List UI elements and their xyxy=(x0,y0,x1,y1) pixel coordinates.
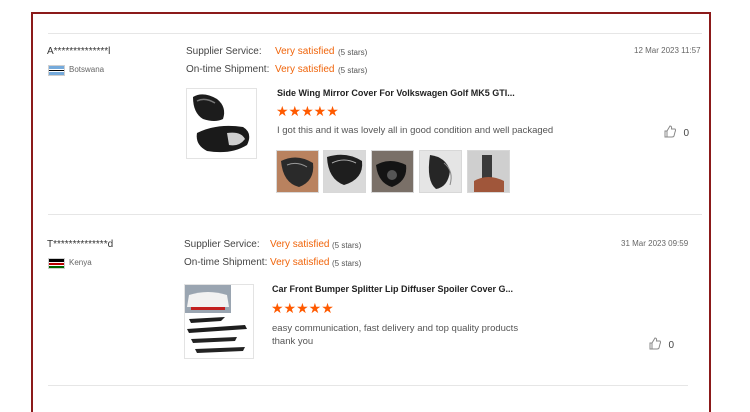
divider xyxy=(48,33,702,34)
supplier-service-label: Supplier Service: xyxy=(184,239,260,250)
like-count: 0 xyxy=(668,340,675,351)
product-image[interactable] xyxy=(184,284,254,359)
review-text: I got this and it was lovely all in good… xyxy=(277,125,554,136)
like-count: 0 xyxy=(683,128,690,139)
star-rating: ★★★★★ xyxy=(276,103,339,119)
reviewer-name: A**************l xyxy=(47,46,111,57)
supplier-service-value: Very satisfied xyxy=(270,239,330,250)
like-button[interactable]: 0 xyxy=(649,335,674,353)
product-title[interactable]: Side Wing Mirror Cover For Volkswagen Go… xyxy=(277,88,515,98)
review-text: easy communication, fast delivery and to… xyxy=(272,323,519,347)
reviewer-name: T**************d xyxy=(47,239,114,250)
shipment-label: On-time Shipment: xyxy=(184,257,268,268)
divider xyxy=(48,385,688,386)
supplier-service-value: Very satisfied xyxy=(275,46,335,57)
review-photo[interactable] xyxy=(276,150,319,193)
thumbs-up-icon xyxy=(664,125,676,138)
shipment-stars: (5 stars) xyxy=(332,259,362,268)
review-date: 12 Mar 2023 11:57 xyxy=(634,46,701,55)
supplier-service-label: Supplier Service: xyxy=(186,46,262,57)
shipment-value: Very satisfied xyxy=(270,257,330,268)
review-photo[interactable] xyxy=(419,150,462,193)
shipment-stars: (5 stars) xyxy=(338,66,368,75)
review-photo[interactable] xyxy=(467,150,510,193)
review-photo[interactable] xyxy=(371,150,414,193)
shipment-label: On-time Shipment: xyxy=(186,64,270,75)
reviewer-country: Kenya xyxy=(69,258,92,267)
supplier-service-stars: (5 stars) xyxy=(338,48,368,57)
thumbs-up-icon xyxy=(649,337,661,350)
like-button[interactable]: 0 xyxy=(664,123,689,141)
reviews-panel xyxy=(31,12,711,412)
botswana-flag-icon xyxy=(48,65,65,76)
review-date: 31 Mar 2023 09:59 xyxy=(621,239,689,248)
product-image[interactable] xyxy=(186,88,257,159)
supplier-service-stars: (5 stars) xyxy=(332,241,362,250)
divider xyxy=(48,214,702,215)
review-photo[interactable] xyxy=(323,150,366,193)
reviewer-country: Botswana xyxy=(69,65,105,74)
shipment-value: Very satisfied xyxy=(275,64,335,75)
product-title[interactable]: Car Front Bumper Splitter Lip Diffuser S… xyxy=(272,284,513,294)
kenya-flag-icon xyxy=(48,258,65,269)
star-rating: ★★★★★ xyxy=(271,300,334,316)
